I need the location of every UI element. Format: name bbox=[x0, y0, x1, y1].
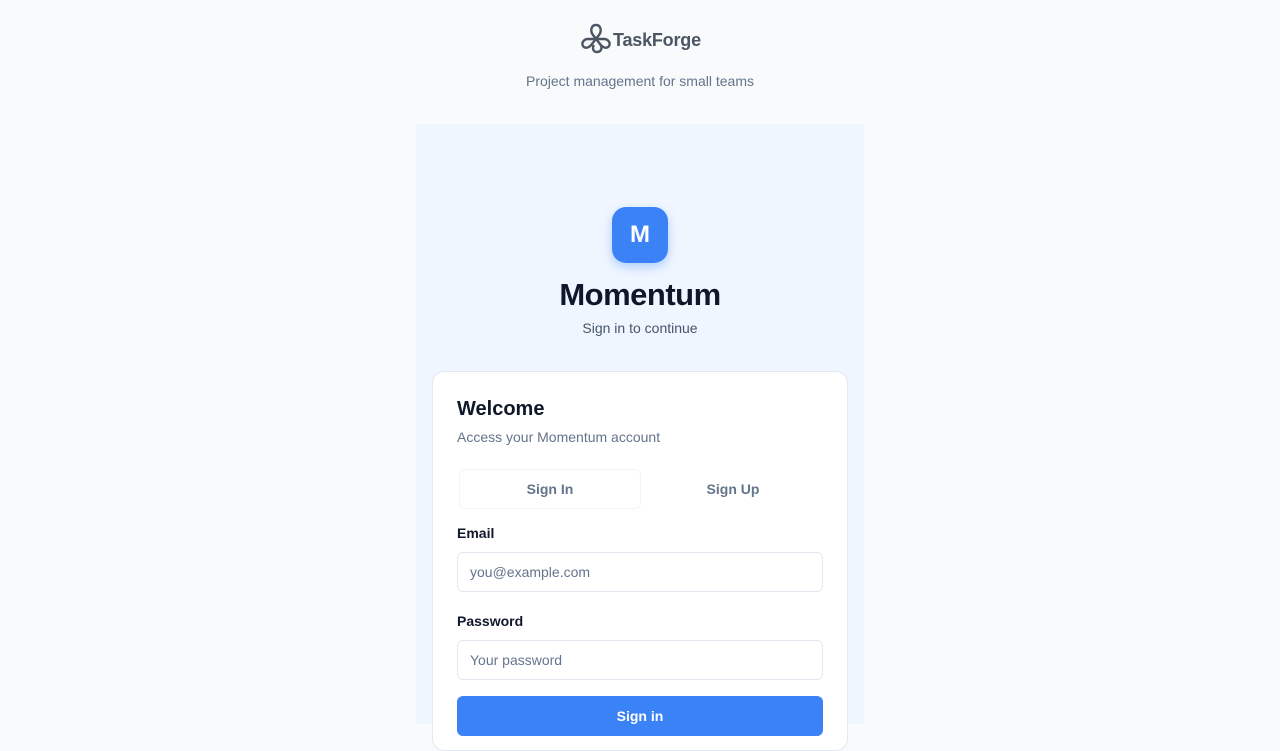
tab-sign-up[interactable]: Sign Up bbox=[643, 468, 823, 510]
brand-tagline: Project management for small teams bbox=[526, 73, 754, 89]
app-subtitle: Sign in to continue bbox=[582, 320, 698, 336]
app-title: Momentum bbox=[559, 277, 721, 312]
tab-sign-in[interactable]: Sign In bbox=[459, 469, 641, 509]
auth-tabs: Sign In Sign Up bbox=[457, 468, 823, 510]
email-label: Email bbox=[457, 525, 495, 541]
knot-logo-icon bbox=[580, 22, 612, 59]
app-avatar: M bbox=[612, 207, 668, 263]
sign-in-button[interactable]: Sign in bbox=[457, 696, 823, 736]
email-field[interactable] bbox=[457, 552, 823, 592]
password-label: Password bbox=[457, 613, 524, 629]
card-subtitle: Access your Momentum account bbox=[457, 429, 661, 445]
brand-header: TaskForge Project management for small t… bbox=[0, 0, 1280, 124]
auth-panel: M Momentum Sign in to continue Welcome A… bbox=[416, 124, 864, 751]
brand-name: TaskForge bbox=[613, 29, 701, 50]
card-title: Welcome bbox=[457, 398, 545, 420]
brand-logo[interactable]: TaskForge bbox=[580, 22, 701, 59]
password-field[interactable] bbox=[457, 640, 823, 680]
auth-card: Welcome Access your Momentum account Sig… bbox=[432, 371, 848, 751]
